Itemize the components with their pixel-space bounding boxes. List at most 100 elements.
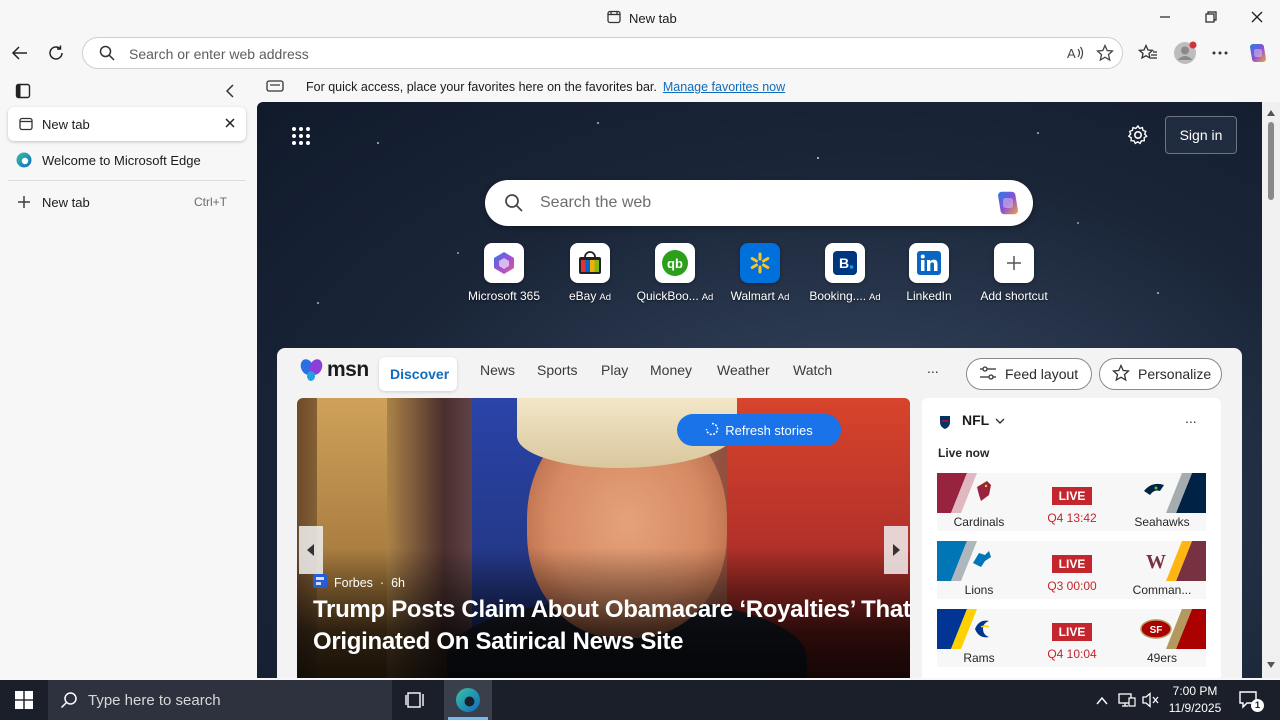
tabs-more-button[interactable]: ... — [927, 360, 939, 376]
new-tab-shortcut: Ctrl+T — [194, 195, 227, 209]
collapse-sidebar-icon[interactable] — [224, 83, 236, 102]
game-clock: Q4 13:42 — [1047, 511, 1097, 525]
window-title-text: New tab — [629, 11, 677, 26]
tab-discover[interactable]: Discover — [379, 357, 457, 391]
taskbar-edge-app[interactable] — [444, 680, 492, 720]
minimize-button[interactable] — [1153, 6, 1177, 28]
plus-icon — [17, 195, 31, 212]
taskbar-clock[interactable]: 7:00 PM 11/9/2025 — [1164, 683, 1226, 717]
address-bar[interactable]: A — [82, 37, 1123, 69]
settings-more-button[interactable] — [1205, 38, 1235, 68]
copilot-icon[interactable] — [993, 188, 1023, 221]
page-settings-gear-icon[interactable] — [1127, 124, 1149, 149]
microsoft-365-icon — [484, 243, 524, 283]
shortcut-booking[interactable]: B Booking.... Ad — [799, 243, 891, 303]
search-icon — [504, 193, 524, 216]
page-scrollbar[interactable] — [1262, 102, 1280, 678]
ad-label: Ad — [777, 292, 790, 303]
new-tab-button[interactable]: New tab Ctrl+T — [8, 185, 246, 219]
tab-page-icon — [18, 116, 34, 135]
windows-taskbar: 7:00 PM 11/9/2025 1 — [0, 680, 1280, 720]
home-team-strip — [937, 541, 1009, 581]
shortcut-linkedin[interactable]: LinkedIn — [883, 243, 975, 303]
tab-watch[interactable]: Watch — [793, 362, 832, 378]
profile-avatar[interactable] — [1170, 38, 1200, 68]
read-aloud-icon[interactable]: A — [1067, 45, 1085, 64]
shortcut-walmart[interactable]: Walmart Ad — [714, 243, 806, 303]
arrow-left-icon — [307, 544, 314, 556]
nfl-league-dropdown[interactable]: NFL — [962, 412, 1005, 428]
add-shortcut-button[interactable]: Add shortcut — [968, 243, 1060, 303]
volume-muted-icon[interactable] — [1142, 692, 1160, 711]
close-window-button[interactable] — [1245, 6, 1269, 28]
ad-label: Ad — [701, 292, 714, 303]
shortcut-label: Add shortcut — [980, 289, 1048, 303]
tab-play[interactable]: Play — [601, 362, 628, 378]
edge-logo-icon — [16, 152, 32, 171]
refresh-button[interactable] — [41, 38, 71, 68]
booking-icon: B — [825, 243, 865, 283]
background-star — [317, 302, 319, 304]
new-tab-page: Sign in Microsoft 365 eBayAd qb QuickBoo… — [257, 102, 1262, 678]
msn-wordmark: msn — [327, 358, 369, 381]
network-icon[interactable] — [1118, 692, 1136, 711]
forbes-logo-icon — [313, 574, 327, 591]
sliders-icon — [979, 365, 997, 384]
shortcut-label: QuickBoo... — [636, 289, 699, 303]
windows-start-icon[interactable] — [15, 691, 33, 712]
live-badge: LIVE — [1052, 623, 1092, 641]
away-team-name: 49ers — [1146, 651, 1178, 665]
copilot-button[interactable] — [1243, 38, 1273, 68]
show-hidden-icons-chevron-icon[interactable] — [1096, 694, 1108, 709]
shortcut-ebay[interactable]: eBay Ad — [544, 243, 636, 303]
personalize-button[interactable]: Personalize — [1099, 358, 1222, 390]
back-button[interactable] — [5, 38, 35, 68]
tab-weather[interactable]: Weather — [717, 362, 770, 378]
web-search-input[interactable] — [540, 193, 960, 213]
carousel-next-button[interactable] — [884, 526, 908, 574]
nfl-more-button[interactable]: ... — [1185, 410, 1197, 426]
favorites-button[interactable] — [1133, 38, 1163, 68]
tab-label: New tab — [42, 117, 90, 132]
shortcut-microsoft-365[interactable]: Microsoft 365 — [458, 243, 550, 303]
web-search-box[interactable] — [485, 180, 1033, 226]
task-view-icon[interactable] — [405, 690, 427, 713]
manage-favorites-link[interactable]: Manage favorites now — [663, 80, 785, 94]
game-row[interactable]: Rams LIVE Q4 10:04 SF 49ers — [937, 609, 1206, 667]
search-icon — [99, 45, 115, 64]
sign-in-button[interactable]: Sign in — [1165, 116, 1237, 154]
shortcut-label: Microsoft 365 — [467, 289, 541, 303]
taskbar-search-box[interactable] — [48, 680, 392, 720]
tab-actions-icon[interactable] — [15, 83, 31, 102]
arrow-right-icon — [893, 544, 900, 556]
tab-sports[interactable]: Sports — [537, 362, 577, 378]
hero-story-card[interactable]: Refresh stories Forbes · 6h Trump Posts … — [297, 398, 910, 678]
close-tab-icon[interactable] — [224, 117, 236, 132]
address-input[interactable] — [129, 44, 1029, 64]
sidebar-tab-welcome[interactable]: Welcome to Microsoft Edge — [8, 143, 246, 177]
feed-layout-button[interactable]: Feed layout — [966, 358, 1092, 390]
restore-button[interactable] — [1199, 6, 1223, 28]
carousel-prev-button[interactable] — [299, 526, 323, 574]
background-star — [1037, 132, 1039, 134]
msn-logo[interactable]: msn — [299, 358, 369, 382]
new-tab-label: New tab — [42, 195, 90, 210]
game-row[interactable]: Cardinals LIVE Q4 13:42 Seahawks — [937, 473, 1206, 531]
tab-money[interactable]: Money — [650, 362, 692, 378]
shortcut-quickbooks[interactable]: qb QuickBoo... Ad — [629, 243, 721, 303]
sidebar-tab-new-tab[interactable]: New tab — [8, 107, 246, 141]
favorite-star-icon[interactable] — [1095, 43, 1115, 65]
story-headline[interactable]: Trump Posts Claim About Obamacare ‘Royal… — [313, 594, 910, 658]
away-team-strip: SF — [1134, 609, 1206, 649]
refresh-stories-button[interactable]: Refresh stories — [677, 414, 841, 446]
source-separator: · — [379, 575, 385, 590]
tab-news[interactable]: News — [480, 362, 515, 378]
background-star — [1157, 292, 1159, 294]
vertical-tabs-sidebar: New tab Welcome to Microsoft Edge New ta… — [0, 72, 248, 680]
clock-time: 7:00 PM — [1172, 684, 1218, 698]
msn-feed-panel: msn Discover News Sports Play Money Weat… — [277, 348, 1242, 678]
taskbar-search-input[interactable] — [88, 690, 368, 710]
game-row[interactable]: Lions LIVE Q3 00:00 W Comman... — [937, 541, 1206, 599]
story-source: Forbes · 6h — [313, 574, 405, 591]
apps-launcher-icon[interactable] — [291, 126, 311, 149]
